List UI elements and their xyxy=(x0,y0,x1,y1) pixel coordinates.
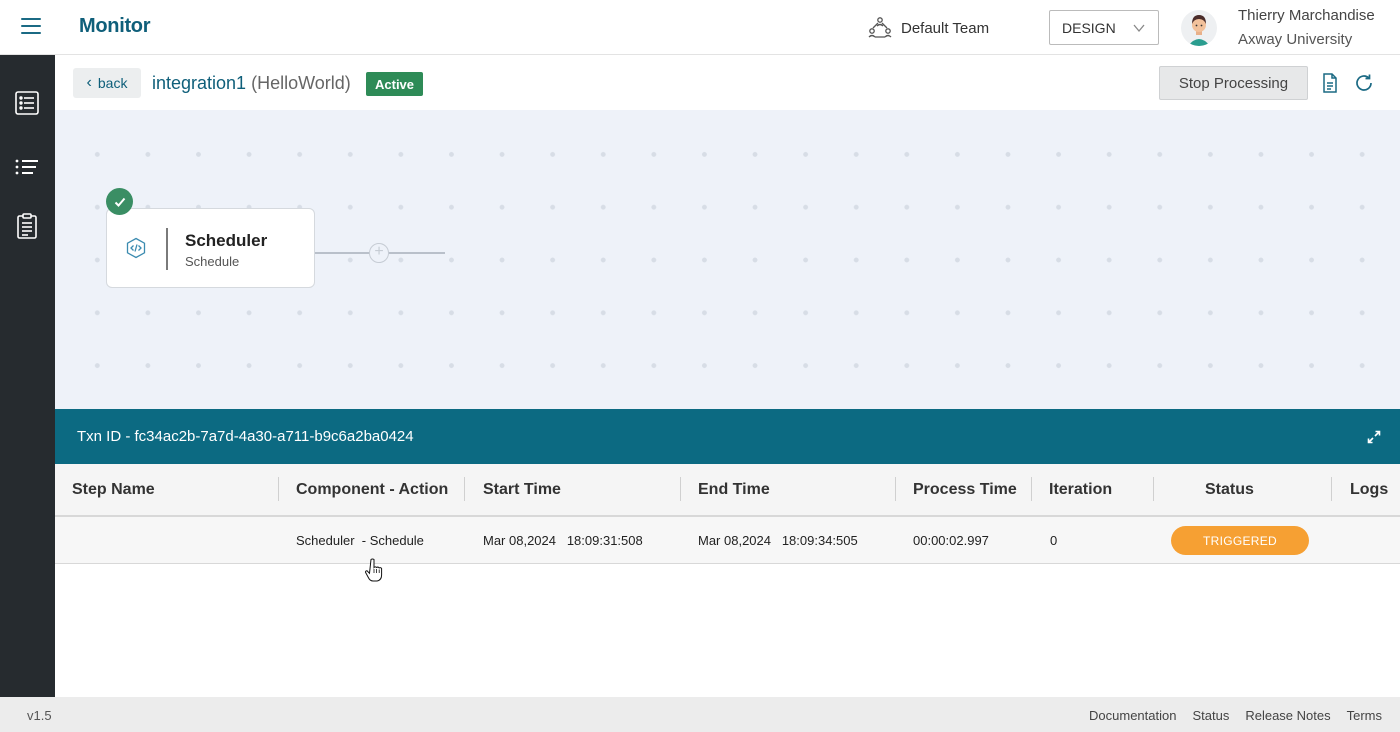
column-separator xyxy=(1031,477,1032,501)
success-check-icon xyxy=(106,188,133,215)
column-header-start-time[interactable]: Start Time xyxy=(483,481,561,499)
integration-flow: (HelloWorld) xyxy=(251,73,351,93)
transaction-id: Txn ID - fc34ac2b-7a7d-4a30-a711-b9c6a2b… xyxy=(77,428,414,445)
transaction-table: Step Name Component - Action Start Time … xyxy=(55,464,1400,564)
refresh-icon xyxy=(1356,74,1372,91)
table-row[interactable]: Scheduler - Schedule Mar 08,2024 18:09:3… xyxy=(55,517,1400,564)
back-button[interactable]: ‹ back xyxy=(73,68,141,98)
cell-end-time: Mar 08,2024 18:09:34:505 xyxy=(698,533,858,548)
footer-links: Documentation Status Release Notes Terms xyxy=(1089,708,1382,723)
column-header-end-time[interactable]: End Time xyxy=(698,481,770,499)
status-badge: Active xyxy=(366,72,424,96)
table-header: Step Name Component - Action Start Time … xyxy=(55,464,1400,517)
integration-title: integration1 (HelloWorld) xyxy=(152,73,351,94)
back-label: back xyxy=(97,75,128,91)
document-icon xyxy=(1323,73,1337,93)
left-sidebar xyxy=(0,55,55,697)
user-organization: Axway University xyxy=(1238,31,1353,48)
add-step-button[interactable]: + xyxy=(369,243,389,263)
chevron-left-icon: ‹ xyxy=(86,74,92,91)
user-name: Thierry Marchandise xyxy=(1238,7,1375,24)
flow-canvas[interactable]: + Scheduler Schedule xyxy=(55,110,1400,409)
environment-value: DESIGN xyxy=(1062,19,1116,36)
footer-link-release-notes[interactable]: Release Notes xyxy=(1245,708,1330,723)
node-divider xyxy=(166,228,168,270)
document-button[interactable] xyxy=(1319,72,1341,94)
node-subtitle: Schedule xyxy=(185,254,240,269)
status-badge: TRIGGERED xyxy=(1171,526,1309,555)
cell-start-time: Mar 08,2024 18:09:31:508 xyxy=(483,533,643,548)
footer: v1.5 Documentation Status Release Notes … xyxy=(0,697,1400,732)
node-title: Scheduler xyxy=(185,231,268,250)
version-label: v1.5 xyxy=(27,708,52,723)
avatar[interactable] xyxy=(1181,10,1217,46)
user-avatar-icon xyxy=(1188,15,1210,46)
transaction-header: Txn ID - fc34ac2b-7a7d-4a30-a711-b9c6a2b… xyxy=(55,409,1400,464)
chevron-down-icon xyxy=(1133,24,1145,33)
app-title: Monitor xyxy=(79,15,151,37)
column-header-component-action[interactable]: Component - Action xyxy=(296,481,448,499)
footer-link-terms[interactable]: Terms xyxy=(1347,708,1382,723)
integration-name: integration1 xyxy=(152,73,247,93)
column-separator xyxy=(278,477,279,501)
column-header-status[interactable]: Status xyxy=(1205,481,1254,499)
sidebar-item-reports[interactable] xyxy=(13,212,41,240)
team-label: Default Team xyxy=(901,19,990,37)
bullet-list-icon xyxy=(15,159,38,175)
team-icon xyxy=(868,17,892,38)
refresh-button[interactable] xyxy=(1353,72,1375,94)
column-separator xyxy=(895,477,896,501)
hand-cursor-icon xyxy=(365,558,383,582)
column-header-step-name[interactable]: Step Name xyxy=(72,481,155,499)
footer-link-documentation[interactable]: Documentation xyxy=(1089,708,1176,723)
column-separator xyxy=(1153,477,1154,501)
top-bar: Monitor Default Team DESIGN Thierry Marc… xyxy=(0,0,1400,55)
sidebar-item-monitor[interactable] xyxy=(13,153,41,181)
team-selector[interactable]: Default Team xyxy=(867,14,989,42)
integration-header: ‹ back integration1 (HelloWorld) Active … xyxy=(55,55,1400,110)
column-separator xyxy=(680,477,681,501)
expand-icon[interactable] xyxy=(1367,430,1381,444)
cell-iteration: 0 xyxy=(1050,533,1058,548)
flow-node-scheduler[interactable]: Scheduler Schedule xyxy=(106,208,315,288)
stop-processing-button[interactable]: Stop Processing xyxy=(1159,66,1308,100)
cell-component-action: Scheduler - Schedule xyxy=(296,533,424,548)
sidebar-item-list-view[interactable] xyxy=(13,89,41,117)
column-separator xyxy=(1331,477,1332,501)
column-separator xyxy=(464,477,465,501)
menu-icon[interactable] xyxy=(21,18,41,36)
footer-link-status[interactable]: Status xyxy=(1192,708,1229,723)
column-header-logs[interactable]: Logs xyxy=(1350,481,1388,499)
column-header-iteration[interactable]: Iteration xyxy=(1049,481,1112,499)
column-header-process-time[interactable]: Process Time xyxy=(913,481,1017,499)
list-box-icon xyxy=(15,91,39,115)
scheduler-code-icon xyxy=(126,237,146,259)
cell-process-time: 00:00:02.997 xyxy=(913,533,989,548)
environment-select[interactable]: DESIGN xyxy=(1049,10,1159,45)
clipboard-icon xyxy=(17,213,37,239)
